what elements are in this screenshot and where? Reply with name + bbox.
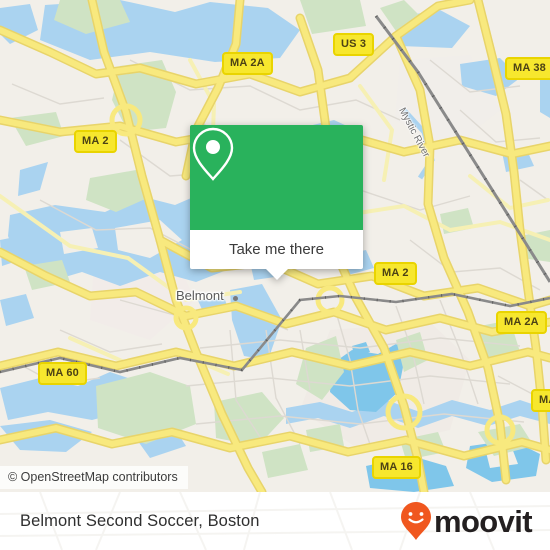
road-shield[interactable]: US 3 (333, 33, 375, 56)
destination-popup-card[interactable]: Take me there (190, 125, 363, 280)
road-shield[interactable]: MA 2A (496, 311, 547, 334)
road-shield[interactable]: MA (531, 389, 550, 412)
osm-attribution[interactable]: © OpenStreetMap contributors (0, 466, 188, 489)
road-shield[interactable]: MA 2 (74, 130, 117, 153)
popup-tail (265, 269, 288, 280)
footer-bar: Belmont Second Soccer, Boston moovit (0, 492, 550, 550)
moovit-wordmark: moovit (433, 503, 533, 539)
road-shield[interactable]: MA 16 (372, 456, 421, 479)
map-canvas[interactable]: Belmont Mystic River MA 2A US 3 MA 38 MA… (0, 0, 550, 492)
place-marker-dot (233, 296, 238, 301)
page-title: Belmont Second Soccer, Boston (20, 511, 260, 530)
moovit-smiley-pin-icon (400, 502, 431, 540)
popup-icon-area (190, 125, 363, 230)
moovit-logo[interactable]: moovit (399, 501, 533, 541)
take-me-there-label: Take me there (228, 241, 325, 258)
road-shield[interactable]: MA 2 (374, 262, 417, 285)
road-shield[interactable]: MA 38 (505, 57, 550, 80)
map-pin-icon (192, 127, 234, 181)
screenshot-root: Belmont Mystic River MA 2A US 3 MA 38 MA… (0, 0, 550, 550)
road-shield[interactable]: MA 2A (222, 52, 273, 75)
road-shield[interactable]: MA 60 (38, 362, 87, 385)
place-label-belmont: Belmont (176, 288, 224, 303)
take-me-there-button[interactable]: Take me there (190, 230, 363, 280)
